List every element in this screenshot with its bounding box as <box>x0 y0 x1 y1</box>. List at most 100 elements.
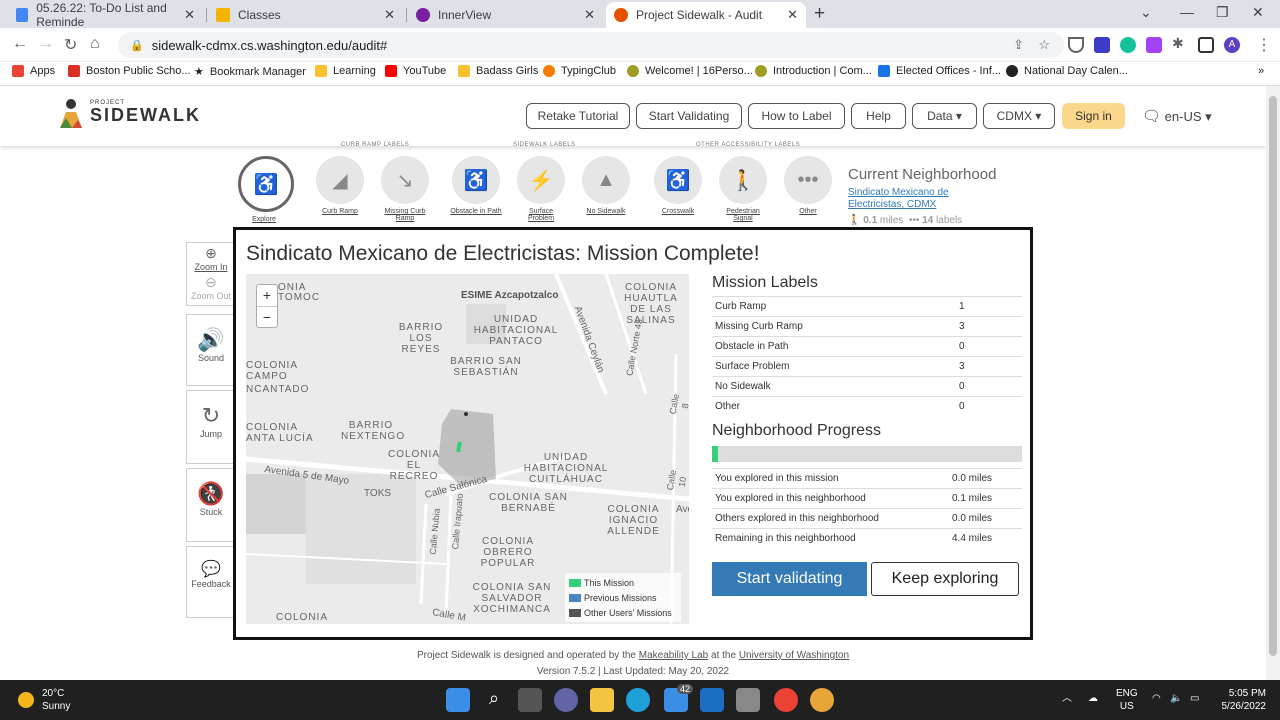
scroll-thumb[interactable] <box>1269 96 1277 656</box>
crosswalk-button[interactable]: ♿ Crosswalk <box>652 156 704 215</box>
browser-tab[interactable]: 05.26.22: To-Do List and Reminde ✕ <box>8 1 203 29</box>
start-icon[interactable] <box>446 688 470 712</box>
other-label-button[interactable]: ••• Other <box>782 156 834 215</box>
missing-curb-ramp-button[interactable]: ↘ Missing Curb Ramp <box>379 156 431 222</box>
keep-exploring-button[interactable]: Keep exploring <box>871 562 1019 596</box>
data-dropdown[interactable]: Data ▾ <box>912 103 977 129</box>
bookmark-item[interactable]: Learning <box>315 65 376 77</box>
university-link[interactable]: University of Washington <box>739 650 849 661</box>
bookmark-item[interactable]: Introduction | Com... <box>755 65 872 77</box>
docs-icon <box>16 8 29 22</box>
reload-icon[interactable]: ↻ <box>64 35 77 55</box>
file-explorer-icon[interactable] <box>590 688 614 712</box>
curb-ramp-button[interactable]: ◢ Curb Ramp <box>314 156 366 215</box>
onedrive-icon[interactable]: ☁ <box>1088 692 1098 705</box>
feedback-button[interactable]: 💬 Feedback <box>186 546 236 618</box>
makeability-lab-link[interactable]: Makeability Lab <box>639 650 708 661</box>
side-panel-icon[interactable] <box>1198 37 1214 53</box>
address-bar[interactable]: 🔒 sidewalk-cdmx.cs.washington.edu/audit#… <box>118 32 1064 58</box>
how-to-label-button[interactable]: How to Label <box>748 103 845 129</box>
neighborhood-name-link[interactable]: Sindicato Mexicano de Electricistas, CDM… <box>848 187 988 211</box>
learning-app-icon[interactable] <box>700 688 724 712</box>
browser-tab[interactable]: Classes ✕ <box>208 2 403 28</box>
pedestrian-signal-button[interactable]: 🚶 Pedestrian Signal <box>717 156 769 222</box>
extensions-puzzle-icon[interactable]: ✱ <box>1172 35 1188 51</box>
zoom-out-button[interactable]: ⊖ Zoom Out <box>187 274 235 301</box>
legend-swatch <box>569 608 581 617</box>
new-tab-button[interactable]: + <box>814 3 825 25</box>
close-icon[interactable]: ✕ <box>184 7 195 23</box>
chat-icon[interactable] <box>554 688 578 712</box>
search-icon[interactable]: ⌕ <box>482 688 506 712</box>
maximize-icon[interactable]: ❐ <box>1216 4 1229 21</box>
shield-extension-icon[interactable] <box>1068 37 1084 53</box>
language-dropdown[interactable]: 🗨 en-US ▾ <box>1142 107 1212 125</box>
extension-c-icon[interactable] <box>1094 37 1110 53</box>
wifi-icon[interactable]: ◠ <box>1152 692 1161 705</box>
menu-dots-icon[interactable]: ⋮ <box>1256 35 1272 55</box>
bookmark-item[interactable]: TypingClub <box>543 65 616 77</box>
back-icon[interactable]: ← <box>12 35 28 53</box>
bookmark-item[interactable]: YouTube <box>385 65 446 77</box>
chrome-profile-icon[interactable] <box>810 688 834 712</box>
mission-map[interactable]: + − ESIME Azcapotzalco Colonia Huautla d… <box>246 274 689 624</box>
help-button[interactable]: Help <box>851 103 906 129</box>
sound-button[interactable]: 🔊 Sound <box>186 314 236 386</box>
browser-tab-active[interactable]: Project Sidewalk - Audit ✕ <box>606 2 806 28</box>
surface-problem-button[interactable]: ⚡ Surface Problem <box>515 156 567 222</box>
extension-purple-icon[interactable] <box>1146 37 1162 53</box>
home-icon[interactable]: ⌂ <box>90 35 100 53</box>
start-validating-button[interactable]: Start validating <box>712 562 867 596</box>
browser-toolbar: ← → ↻ ⌂ 🔒 sidewalk-cdmx.cs.washington.ed… <box>0 28 1280 62</box>
bookmark-label: Badass Girls <box>476 65 539 77</box>
more-bookmarks-icon[interactable]: » <box>1258 65 1264 77</box>
chrome-icon[interactable] <box>774 688 798 712</box>
project-sidewalk-logo[interactable]: PROJECT SIDEWALK <box>56 98 201 132</box>
obstacle-button[interactable]: ♿ Obstacle in Path <box>450 156 502 215</box>
task-view-icon[interactable] <box>518 688 542 712</box>
grammarly-icon[interactable] <box>1120 37 1136 53</box>
map-zoom-out-button[interactable]: − <box>257 307 277 328</box>
profile-avatar[interactable]: A <box>1224 37 1240 53</box>
bookmark-item[interactable]: Badass Girls <box>458 65 538 77</box>
zoom-in-button[interactable]: ⊕ Zoom In <box>187 243 235 272</box>
map-label: Unidad Habitacional Pantaco <box>473 314 559 347</box>
window-close-icon[interactable]: ✕ <box>1252 4 1264 21</box>
browser-tab[interactable]: InnerView ✕ <box>408 2 603 28</box>
retake-tutorial-button[interactable]: Retake Tutorial <box>526 103 630 129</box>
bookmark-label: TypingClub <box>561 65 617 77</box>
start-validating-nav-button[interactable]: Start Validating <box>636 103 742 129</box>
bookmark-item[interactable]: National Day Calen... <box>1006 65 1128 77</box>
tab-search-icon[interactable]: ⌄ <box>1140 4 1152 21</box>
bookmark-item[interactable]: ★ Bookmark Manager <box>194 65 306 79</box>
stuck-button[interactable]: 🚷 Stuck <box>186 468 236 542</box>
battery-icon[interactable]: ▭ <box>1190 692 1199 705</box>
bookmark-item[interactable]: Welcome! | 16Perso... <box>627 65 753 77</box>
clock[interactable]: 5:05 PM 5/26/2022 <box>1214 687 1267 713</box>
volume-icon[interactable]: 🔈 <box>1170 692 1182 705</box>
minimize-icon[interactable]: — <box>1180 4 1194 20</box>
bookmark-item[interactable]: Boston Public Scho... <box>68 65 191 77</box>
map-zoom-in-button[interactable]: + <box>257 285 277 307</box>
close-icon[interactable]: ✕ <box>384 7 395 23</box>
language-indicator[interactable]: ENG US <box>1116 687 1138 713</box>
jump-button[interactable]: ↻ Jump <box>186 390 236 464</box>
edge-icon[interactable] <box>626 688 650 712</box>
bookmark-star-icon[interactable]: ☆ <box>1038 37 1050 53</box>
close-icon[interactable]: ✕ <box>787 7 798 23</box>
forward-icon[interactable]: → <box>38 35 54 53</box>
store-icon[interactable] <box>736 688 760 712</box>
no-sidewalk-button[interactable]: ▲ No Sidewalk <box>580 156 632 215</box>
weather-widget[interactable]: 20°C Sunny <box>18 687 70 713</box>
page-scrollbar[interactable] <box>1266 86 1280 680</box>
close-icon[interactable]: ✕ <box>584 7 595 23</box>
sign-in-button[interactable]: Sign in <box>1062 103 1125 129</box>
row-label: Curb Ramp <box>715 301 767 312</box>
share-icon[interactable]: ⇪ <box>1013 37 1024 53</box>
bookmark-item[interactable]: Apps <box>12 65 55 77</box>
explore-mode-button[interactable]: ♿ Explore <box>238 156 294 223</box>
tray-chevron-icon[interactable]: ︿ <box>1062 692 1072 705</box>
city-dropdown[interactable]: CDMX ▾ <box>983 103 1055 129</box>
bookmark-item[interactable]: Elected Offices - Inf... <box>878 65 1001 77</box>
gmail-icon <box>68 65 80 77</box>
